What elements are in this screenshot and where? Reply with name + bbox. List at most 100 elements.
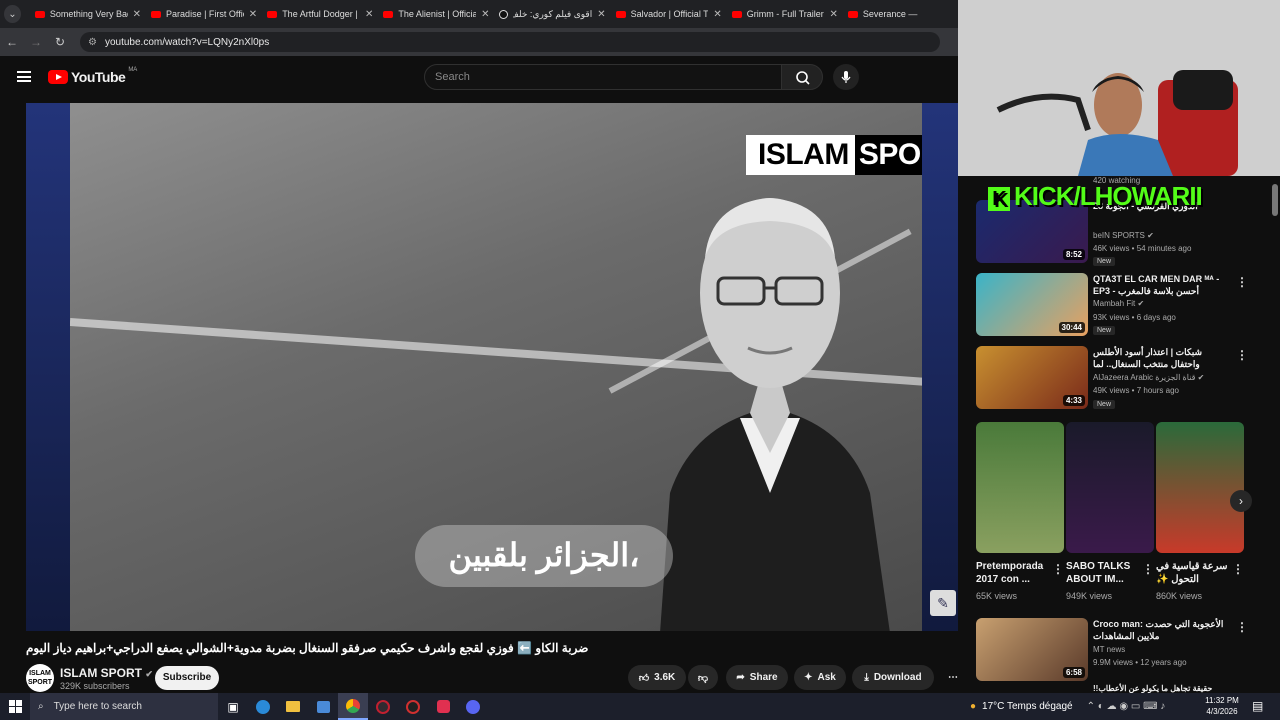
edge-logo (256, 699, 270, 714)
more-options-icon[interactable]: ⋮ (1232, 562, 1244, 576)
system-tray: ● 17°C Temps dégagé ⌃ ◐ ☁ ◉ ▭ ⌨ ♪ (970, 693, 1165, 720)
verified-icon: ✔ (1197, 373, 1205, 382)
ask-button[interactable]: ✦ Ask (794, 665, 846, 690)
search-icon: ⌕ (38, 701, 44, 712)
download-icon: ⤓ (864, 672, 869, 683)
kick-logo-icon: K (988, 187, 1010, 211)
streamer-webcam-image (958, 0, 1280, 176)
youtube-icon (151, 10, 162, 18)
list-item[interactable]: 30:44 QTA3T EL CAR MEN DAR ᴹᴬ - EP3 - أح… (976, 273, 1248, 343)
start-button[interactable] (0, 700, 30, 713)
youtube-logo[interactable]: YouTube MA (48, 67, 137, 85)
close-icon[interactable]: ✕ (597, 9, 605, 20)
youtube-icon (731, 10, 742, 18)
weather-text[interactable]: 17°C Temps dégagé (982, 701, 1073, 712)
discord-logo (466, 699, 480, 714)
channel-name[interactable]: ISLAM SPORT ✔ (60, 666, 153, 680)
recommendations-sidebar: 420 watching 8:52 الدوري الفرنسي - الجول… (958, 176, 1280, 693)
youtube-icon (267, 10, 278, 18)
player-side-panel (26, 103, 70, 631)
browser-tab[interactable]: The Alienist | Official ✕ (379, 3, 493, 25)
url-field[interactable]: ⚙ youtube.com/watch?v=LQNy2nXl0ps (80, 32, 940, 52)
edge-icon[interactable] (248, 693, 278, 720)
close-icon[interactable]: ✕ (133, 9, 141, 20)
player-overlay-icon[interactable]: ✎ (930, 590, 956, 616)
browser-tab[interactable]: Grimm - Full Trailer - ✕ (728, 3, 842, 25)
more-options-icon[interactable]: ⋮ (1236, 275, 1248, 289)
tray-icons[interactable]: ⌃ ◐ ☁ ◉ ▭ ⌨ ♪ (1087, 701, 1166, 712)
app-logo (406, 699, 420, 714)
video-thumbnail: 6:58 (976, 618, 1088, 681)
video-title: QTA3T EL CAR MEN DAR ᴹᴬ - EP3 - أحسن بلا… (1093, 274, 1220, 296)
download-button[interactable]: ⤓ Download (852, 665, 934, 690)
new-badge: New (1093, 400, 1116, 409)
chevron-right-icon: › (1239, 494, 1243, 508)
video-meta: 46K views • 54 minutes ago (1093, 244, 1192, 253)
more-options-icon[interactable]: ⋮ (1052, 562, 1064, 576)
youtube-header: YouTube MA Search (0, 56, 958, 98)
kick-overlay: K KICK/LHOWARII (988, 181, 1203, 212)
clock[interactable]: 11:32 PM 4/3/2026 (1202, 695, 1242, 717)
task-view-icon[interactable]: ▣ (218, 693, 248, 720)
short-title: Pretemporada 2017 con ... (976, 561, 1044, 585)
obs-icon[interactable] (368, 693, 398, 720)
list-item[interactable]: 6:58 Croco man: الأعجوبة التي حصدت ملايي… (976, 618, 1248, 688)
verified-icon: ✔ (1137, 299, 1145, 308)
channel-avatar[interactable]: ISLAM SPORT (26, 664, 54, 692)
forward-arrow-icon[interactable]: → (24, 35, 48, 49)
more-options-icon[interactable]: ⋮ (1236, 348, 1248, 362)
dislike-button[interactable]: 👎︎ (688, 665, 718, 690)
browser-tab[interactable]: The Artful Dodger | O ✕ (263, 3, 377, 25)
store-icon[interactable] (308, 693, 338, 720)
subscribe-button[interactable]: Subscribe (155, 666, 219, 690)
youtube-icon (847, 10, 858, 18)
close-icon[interactable]: ✕ (365, 9, 373, 20)
browser-tab[interactable]: Paradise | First Official✕ (147, 3, 261, 25)
share-button[interactable]: ➦ Share (726, 665, 788, 690)
address-bar-row: ← → ↻ ⚙ youtube.com/watch?v=LQNy2nXl0ps (0, 28, 958, 56)
channel-name: Mambah Fit ✔ (1093, 299, 1145, 308)
sidebar-scrollbar[interactable] (1272, 184, 1278, 216)
notification-icon[interactable]: ▤ (1252, 699, 1263, 713)
close-icon[interactable]: ✕ (481, 9, 489, 20)
browser-tab[interactable]: Severance — (844, 3, 958, 25)
new-badge: New (1093, 257, 1116, 266)
reload-icon[interactable]: ↻ (48, 35, 72, 49)
taskbar-search[interactable]: ⌕ Type here to search (30, 693, 218, 720)
chrome-icon[interactable] (338, 693, 368, 720)
like-button[interactable]: 👍︎ 3.6K (628, 665, 686, 690)
subscriber-count: 329K subscribers (60, 681, 130, 691)
list-item[interactable]: 4:33 شبكات | اعتذار أسود الأطلس واحتفال … (976, 346, 1248, 416)
tiktok-icon (499, 9, 509, 19)
file-explorer-icon[interactable] (278, 693, 308, 720)
browser-tab[interactable]: اقوى فيلم كوري: خلف ✕ (495, 3, 609, 25)
windows-taskbar: ⌕ Type here to search ▣ ● 17°C Temps déga… (0, 693, 1280, 720)
close-icon[interactable]: ✕ (830, 9, 838, 20)
video-meta: 9.9M views • 12 years ago (1093, 658, 1187, 667)
app-icon[interactable] (398, 693, 428, 720)
back-arrow-icon[interactable]: ← (0, 35, 24, 49)
browser-tab[interactable]: Something Very Bad ✕ (31, 3, 145, 25)
browser-tab[interactable]: Salvador | Official Tra ✕ (612, 3, 726, 25)
site-info-icon[interactable]: ⚙ (88, 37, 97, 48)
more-options-icon[interactable]: ⋮ (1142, 562, 1154, 576)
pocket-icon[interactable] (428, 693, 458, 720)
youtube-icon (34, 10, 45, 18)
search-input[interactable]: Search (424, 64, 782, 90)
video-player[interactable]: ISLAM SPORT الجزائر بلقبين، (26, 103, 958, 631)
close-icon[interactable]: ✕ (249, 9, 257, 20)
channel-name: MT news (1093, 645, 1126, 654)
discord-icon[interactable] (458, 693, 488, 720)
channel-watermark: ISLAM SPORT (746, 135, 922, 175)
thumbs-down-icon: 👎︎ (697, 672, 709, 684)
more-options-icon[interactable]: ⋮ (1236, 620, 1248, 634)
menu-icon[interactable] (17, 71, 31, 82)
video-meta: 49K views • 7 hours ago (1093, 386, 1179, 395)
shorts-next-button[interactable]: › (1230, 490, 1252, 512)
video-frame: ISLAM SPORT الجزائر بلقبين، (70, 103, 922, 631)
voice-search-button[interactable] (833, 64, 859, 90)
tab-search-menu-icon[interactable]: ⌄ (4, 5, 21, 23)
search-button[interactable] (781, 64, 823, 90)
folder-shape (286, 701, 300, 712)
close-icon[interactable]: ✕ (713, 9, 721, 20)
